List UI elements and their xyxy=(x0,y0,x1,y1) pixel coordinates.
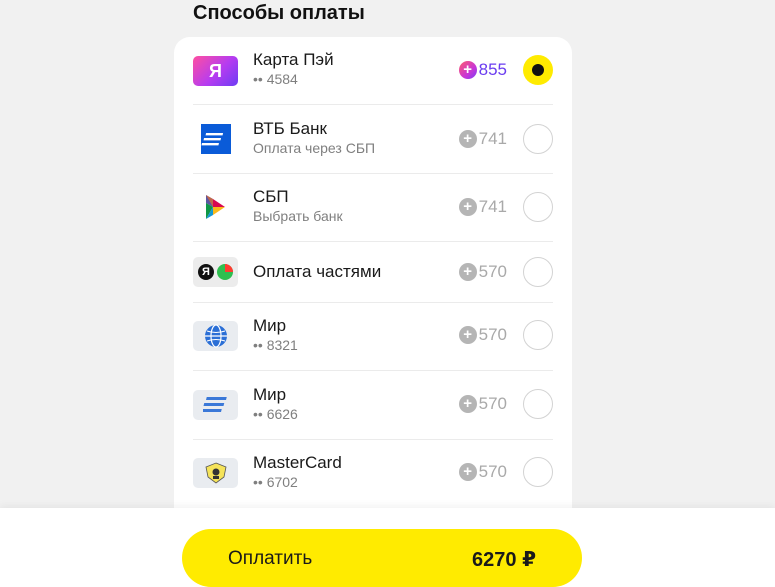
payment-method-yandex-pay[interactable]: Я Карта Пэй •• 4584 + 855 xyxy=(193,37,553,105)
method-radio[interactable] xyxy=(523,257,553,287)
tinkoff-card-icon xyxy=(193,458,238,488)
vtb-bank-icon xyxy=(193,124,238,154)
method-name: Мир xyxy=(253,316,287,335)
payment-method-mir-8321[interactable]: Мир •• 8321 + 570 xyxy=(193,303,553,371)
method-subtitle: Оплата через СБП xyxy=(253,140,376,156)
method-subtitle: •• 6702 xyxy=(253,474,298,490)
bank-card-stripes-icon xyxy=(193,390,238,420)
plus-bonus: + 570 xyxy=(458,461,507,483)
method-subtitle: •• 4584 xyxy=(253,71,298,87)
plus-bonus: + 570 xyxy=(458,324,507,346)
payment-method-mir-6626[interactable]: Мир •• 6626 + 570 xyxy=(193,371,553,440)
pay-button-label: Оплатить xyxy=(228,548,313,569)
method-radio[interactable] xyxy=(523,55,553,85)
plus-points-icon: + xyxy=(458,395,477,413)
split-payment-icon: Я xyxy=(193,257,238,287)
method-radio[interactable] xyxy=(523,124,553,154)
method-name: Карта Пэй xyxy=(253,50,334,69)
method-subtitle: Выбрать банк xyxy=(253,208,343,224)
payment-method-mastercard[interactable]: MasterCard •• 6702 + 570 xyxy=(193,440,553,507)
plus-points-icon: + xyxy=(458,263,477,281)
method-radio[interactable] xyxy=(523,389,553,419)
plus-points-icon: + xyxy=(458,463,477,481)
plus-points-icon: + xyxy=(458,198,477,216)
method-subtitle: •• 6626 xyxy=(253,406,298,422)
method-name: СБП xyxy=(253,187,289,206)
pay-button[interactable]: Оплатить 6270 ₽ xyxy=(182,529,582,587)
method-name: ВТБ Банк xyxy=(253,119,327,138)
plus-bonus: + 855 xyxy=(458,59,507,81)
method-name: Оплата частями xyxy=(253,262,382,281)
radio-dot xyxy=(532,64,544,76)
payment-method-vtb[interactable]: ВТБ Банк Оплата через СБП + 741 xyxy=(193,105,553,174)
method-radio[interactable] xyxy=(523,192,553,222)
checkout-footer: Оплатить 6270 ₽ xyxy=(0,508,775,587)
plus-points-icon: + xyxy=(458,130,477,148)
method-radio[interactable] xyxy=(523,320,553,350)
bank-card-globe-icon xyxy=(193,321,238,351)
method-subtitle: •• 8321 xyxy=(253,337,298,353)
page-title: Способы оплаты xyxy=(193,2,365,24)
plus-bonus: + 570 xyxy=(458,261,507,283)
payment-method-sbp[interactable]: СБП Выбрать банк + 741 xyxy=(193,174,553,242)
plus-points-icon: + xyxy=(458,61,477,79)
plus-bonus: + 741 xyxy=(458,196,507,218)
payment-method-split[interactable]: Я Оплата частями + 570 xyxy=(193,242,553,303)
plus-points-icon: + xyxy=(458,326,477,344)
pay-amount: 6270 ₽ xyxy=(472,549,536,571)
method-name: MasterCard xyxy=(253,453,342,472)
plus-bonus: + 570 xyxy=(458,393,507,415)
plus-bonus: + 741 xyxy=(458,128,507,150)
yandex-pay-icon: Я xyxy=(193,56,238,86)
sbp-icon xyxy=(193,192,238,222)
method-name: Мир xyxy=(253,385,287,404)
payment-methods-list: Я Карта Пэй •• 4584 + 855 ВТБ Банк Оплат… xyxy=(174,37,572,537)
method-radio[interactable] xyxy=(523,457,553,487)
